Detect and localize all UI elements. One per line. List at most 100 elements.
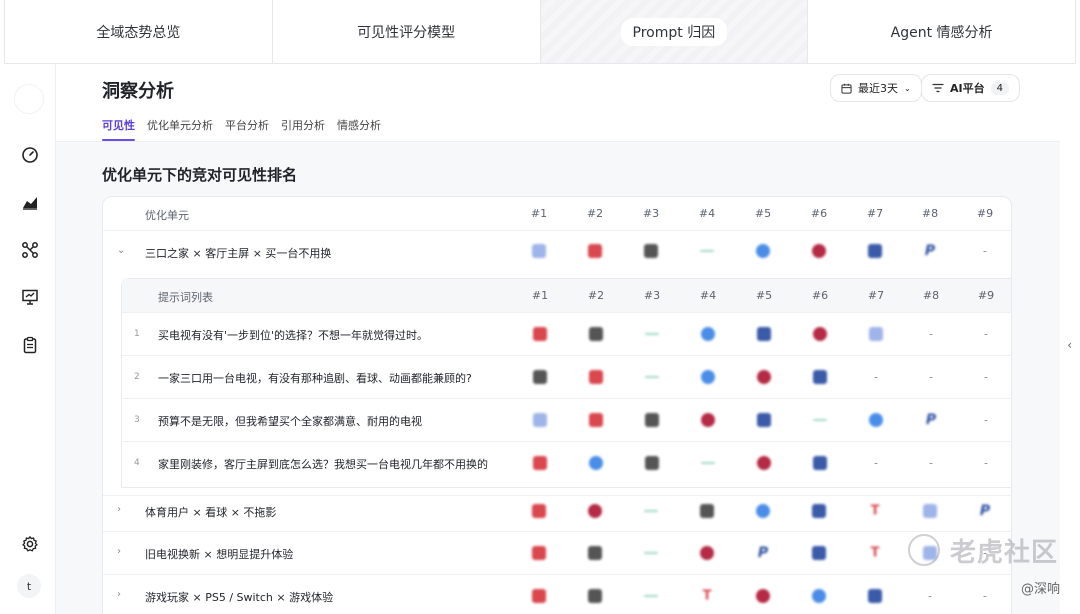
chevron-right-icon[interactable]: ›: [117, 504, 127, 515]
prompt-text: 预算不是无限，但我希望买个全家都满意、耐用的电视: [158, 415, 422, 428]
brand-blue-circle-icon: [869, 413, 883, 427]
date-range-button[interactable]: 最近3天 ⌄: [830, 74, 922, 102]
prompt-row[interactable]: 2 一家三口用一台电视，有没有那种追剧、看球、动画都能兼顾的? - - -: [122, 356, 1011, 399]
brand-t-icon: T: [702, 588, 712, 604]
prompt-text: 买电视有没有'一步到位'的选择？不想一年就觉得过时。: [158, 329, 429, 342]
brand-crimson-circle-icon: [701, 413, 715, 427]
brand-gray-icon: [645, 413, 659, 427]
rank-header: #6: [810, 207, 828, 220]
empty-rank-cell: -: [984, 456, 988, 470]
brand-gray-icon: [588, 546, 602, 560]
subtab-unit-analysis[interactable]: 优化单元分析: [147, 117, 213, 141]
gear-icon[interactable]: [19, 533, 41, 555]
brand-crimson-circle-icon: [757, 370, 771, 384]
tab-label: Agent 情感分析: [890, 24, 993, 41]
subtab-sentiment-analysis[interactable]: 情感分析: [337, 117, 381, 141]
unit-label: 旧电视换新 × 想明显提升体验: [145, 548, 294, 561]
platform-count-badge: 4: [990, 81, 1009, 95]
brand-navy-icon: [813, 456, 827, 470]
rank-header: #3: [642, 207, 660, 220]
table-row-unit[interactable]: › 体育用户 × 看球 × 不拖影 T P: [103, 490, 1011, 532]
chevron-down-icon[interactable]: ⌄: [117, 245, 127, 256]
empty-rank-cell: -: [929, 370, 933, 384]
brand-light-blue-icon: [532, 244, 546, 258]
brand-crimson-circle-icon: [588, 504, 602, 518]
empty-rank-cell: -: [929, 456, 933, 470]
table-row-unit[interactable]: › 旧电视换新 × 想明显提升体验 PT-: [103, 532, 1011, 575]
brand-mint-dash-icon: [644, 552, 658, 554]
table-row-unit[interactable]: ⌄ 三口之家 × 客厅主屏 × 买一台不用换 提示词列表 #1 #2 #3 #4…: [103, 231, 1011, 496]
platform-filter-button[interactable]: AI平台 4: [921, 74, 1020, 102]
subtable-header: 提示词列表 #1 #2 #3 #4 #5 #6 #7 #8 #9: [122, 279, 1011, 313]
brand-mint-dash-icon: [644, 595, 658, 597]
tab-prompt-attribution[interactable]: Prompt 归因: [540, 0, 809, 63]
rank-header: #3: [643, 289, 661, 302]
empty-rank-cell: -: [984, 370, 988, 384]
prompt-row[interactable]: 4 家里刚装修，客厅主屏到底怎么选？我想买一台电视几年都不用换的 - - -: [122, 442, 1011, 485]
top-tab-bar: 全域态势总览 可见性评分模型 Prompt 归因 Agent 情感分析: [4, 0, 1076, 64]
brand-p-icon: P: [757, 545, 769, 561]
brand-red-icon: [532, 589, 546, 603]
brand-mint-dash-icon: [644, 510, 658, 512]
brand-mint-dash-icon: [701, 462, 715, 464]
rank-header: #6: [811, 289, 829, 302]
empty-rank-cell: -: [983, 589, 987, 603]
chevron-right-icon[interactable]: ›: [117, 546, 127, 557]
tab-visibility-model[interactable]: 可见性评分模型: [273, 0, 541, 63]
brand-p-icon: P: [979, 503, 991, 519]
collapse-panel-icon[interactable]: ‹: [1067, 338, 1072, 352]
chart-area-icon[interactable]: [19, 191, 41, 213]
brand-t-icon: T: [870, 503, 880, 519]
unit-label: 体育用户 × 看球 × 不拖影: [145, 506, 277, 519]
rank-header: #7: [867, 289, 885, 302]
empty-rank-cell: -: [983, 244, 987, 258]
subtab-citation-analysis[interactable]: 引用分析: [281, 117, 325, 141]
rank-header: #4: [699, 289, 717, 302]
date-range-label: 最近3天: [858, 82, 898, 95]
brand-crimson-circle-icon: [813, 327, 827, 341]
brand-crimson-circle-icon: [700, 546, 714, 560]
dashboard-icon[interactable]: [19, 144, 41, 166]
table-row-unit[interactable]: › 游戏玩家 × PS5 / Switch × 游戏体验 T - -: [103, 575, 1011, 614]
tab-overview[interactable]: 全域态势总览: [5, 0, 273, 63]
rank-header: #9: [977, 289, 995, 302]
rank-header: #2: [586, 207, 604, 220]
empty-rank-cell: -: [984, 327, 988, 341]
watermark-logo: [908, 534, 940, 566]
rank-header: #2: [587, 289, 605, 302]
brand-blue-circle-icon: [756, 504, 770, 518]
brand-blue-circle-icon: [701, 370, 715, 384]
brand-navy-icon: [757, 413, 771, 427]
clipboard-icon[interactable]: [19, 334, 41, 356]
brand-light-blue-icon: [923, 504, 937, 518]
prompt-index: 4: [134, 458, 140, 468]
prompt-index: 2: [134, 372, 140, 382]
rank-header: #5: [755, 289, 773, 302]
brand-mint-dash-icon: [645, 376, 659, 378]
prompt-index: 3: [134, 415, 140, 425]
chevron-down-icon: ⌄: [904, 83, 911, 93]
table-header-row: 优化单元 #1 #2 #3 #4 #5 #6 #7 #8 #9: [103, 197, 1011, 231]
ranking-table: 优化单元 #1 #2 #3 #4 #5 #6 #7 #8 #9 ⌄ 三口之家 ×…: [102, 196, 1012, 614]
logo: [14, 84, 44, 114]
brand-blue-circle-icon: [589, 456, 603, 470]
main-content: 洞察分析 可见性 优化单元分析 平台分析 引用分析 情感分析 最近3天 ⌄ AI…: [56, 64, 1060, 614]
rank-header: #5: [754, 207, 772, 220]
unit-label: 三口之家 × 客厅主屏 × 买一台不用换: [145, 247, 332, 260]
brand-light-blue-icon: [869, 327, 883, 341]
avatar[interactable]: t: [17, 574, 41, 598]
brand-blue-circle-icon: [756, 244, 770, 258]
page-title: 洞察分析: [102, 81, 174, 102]
brand-navy-icon: [812, 504, 826, 518]
tab-agent-sentiment[interactable]: Agent 情感分析: [808, 0, 1075, 63]
subtab-visibility[interactable]: 可见性: [102, 117, 135, 141]
tab-label: Prompt 归因: [620, 17, 728, 46]
subtab-platform-analysis[interactable]: 平台分析: [225, 117, 269, 141]
chevron-right-icon[interactable]: ›: [117, 589, 127, 600]
prompt-row[interactable]: 1 买电视有没有'一步到位'的选择？不想一年就觉得过时。 - -: [122, 313, 1011, 356]
brand-blue-circle-icon: [701, 327, 715, 341]
prompt-row[interactable]: 3 预算不是无限，但我希望买个全家都满意、耐用的电视 P -: [122, 399, 1011, 442]
network-icon[interactable]: [19, 239, 41, 261]
brand-navy-icon: [812, 546, 826, 560]
presentation-icon[interactable]: [19, 286, 41, 308]
